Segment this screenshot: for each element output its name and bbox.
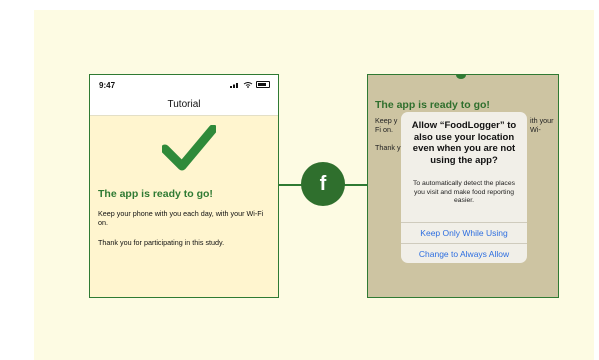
instruction-text: Keep your phone with you each day, with … [98, 209, 264, 227]
thank-you-text: Thank you for participating in this stud… [98, 238, 225, 247]
bg-text-fi-on: Fi on. [375, 125, 393, 134]
ready-heading: The app is ready to go! [98, 188, 213, 200]
battery-icon [256, 81, 270, 88]
status-icons [230, 81, 270, 88]
keep-only-while-using-button[interactable]: Keep Only While Using [401, 222, 527, 243]
step-badge: f [301, 162, 345, 206]
ready-heading-dimmed: The app is ready to go! [375, 99, 490, 111]
scroll-indicator [456, 75, 466, 79]
nav-title: Tutorial [90, 95, 278, 116]
dialog-title: Allow “FoodLogger” to also use your loca… [411, 120, 517, 166]
wifi-icon [243, 81, 253, 88]
location-permission-dialog: Allow “FoodLogger” to also use your loca… [401, 112, 527, 263]
bg-text-keep-end: ith your Wi- [530, 116, 554, 134]
cellular-signal-icon [230, 82, 238, 88]
bg-text-thank: Thank y [375, 143, 401, 152]
checkmark-icon [162, 125, 216, 171]
status-time: 9:47 [99, 81, 116, 90]
right-phone-screen: The app is ready to go! Keep y ith your … [367, 74, 559, 298]
dialog-message: To automatically detect the places you v… [412, 180, 515, 204]
bg-text-keep: Keep y [375, 116, 398, 125]
change-to-always-allow-button[interactable]: Change to Always Allow [401, 243, 527, 263]
status-bar: 9:47 [90, 75, 278, 95]
left-phone-screen: 9:47 Tutorial The app is ready to go! Ke… [89, 74, 279, 298]
